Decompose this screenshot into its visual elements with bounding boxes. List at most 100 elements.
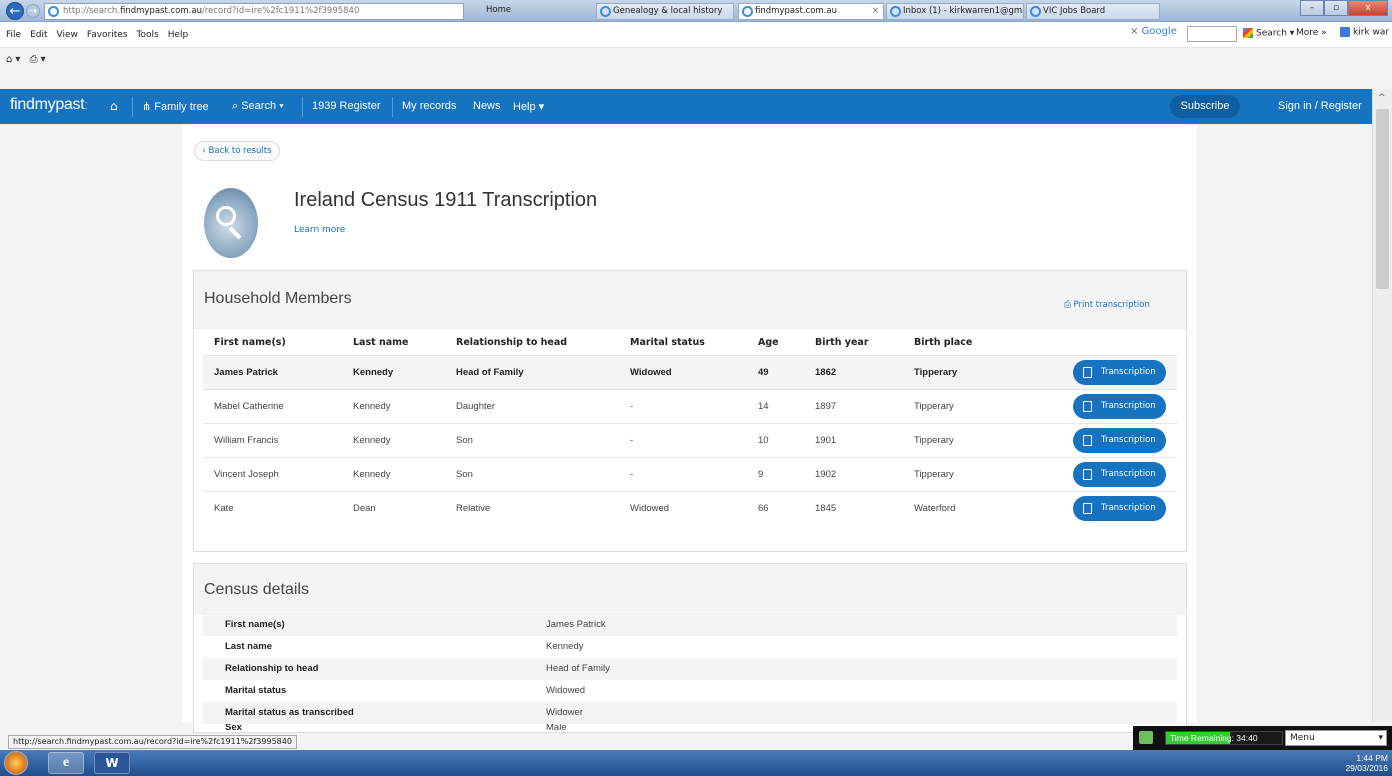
cell-first-name: James Patrick — [214, 367, 278, 378]
scroll-up-icon[interactable]: ^ — [1378, 93, 1386, 103]
col-birth-place: Birth place — [914, 337, 973, 348]
cell-birth-year: 1897 — [815, 401, 837, 412]
menu-file[interactable]: File — [6, 30, 21, 40]
findmypast-logo[interactable]: findmypast: — [10, 96, 88, 114]
transcription-button[interactable]: Transcription — [1073, 462, 1166, 487]
record-content: ‹ Back to results Ireland Census 1911 Tr… — [182, 124, 1197, 733]
nav-help[interactable]: Help ▾ — [513, 100, 544, 113]
cell-age: 9 — [758, 469, 764, 480]
tab-vic-jobs[interactable]: VIC Jobs Board — [1026, 3, 1160, 20]
detail-value: Kennedy — [546, 641, 584, 652]
detail-row: Marital status Widowed — [203, 680, 1177, 702]
menu-edit[interactable]: Edit — [30, 30, 47, 40]
cell-relationship: Son — [456, 435, 473, 446]
nav-search[interactable]: ⌕ Search ▾ — [232, 100, 284, 113]
census-record-image — [204, 188, 258, 258]
cell-birth-year: 1845 — [815, 503, 837, 514]
transcription-button[interactable]: Transcription — [1073, 496, 1166, 521]
close-google-icon[interactable]: × — [1130, 26, 1138, 37]
ie-tab-icon — [742, 6, 753, 17]
address-bar[interactable]: http://search.findmypast.com.au/record?i… — [44, 3, 464, 20]
google-search-input[interactable] — [1187, 26, 1237, 42]
cell-relationship: Son — [456, 469, 473, 480]
home-icon[interactable]: ⌂ — [110, 99, 118, 113]
time-remaining-bar: Time Remaining: 34:40 — [1165, 731, 1283, 745]
cell-relationship: Relative — [456, 503, 491, 514]
nav-divider — [132, 97, 133, 117]
back-to-results-button[interactable]: ‹ Back to results — [194, 141, 280, 161]
close-tab-icon[interactable]: × — [872, 4, 879, 19]
globe-icon — [600, 6, 611, 17]
cell-birth-year: 1862 — [815, 367, 837, 378]
google-more-button[interactable]: More » — [1296, 28, 1327, 38]
table-row: Vincent Joseph Kennedy Son - 9 1902 Tipp… — [203, 457, 1177, 491]
google-search-label: Search — [1256, 28, 1287, 39]
ie-page-icon — [48, 6, 59, 17]
nav-search-label: Search — [241, 100, 277, 112]
time-remaining-label: Time Remaining: 34:40 — [1170, 733, 1258, 743]
nav-1939-register[interactable]: 1939 Register — [312, 100, 381, 112]
magnifier-icon — [216, 206, 236, 226]
table-row: William Francis Kennedy Son - 10 1901 Ti… — [203, 423, 1177, 457]
internet-explorer-taskbar-icon[interactable]: e — [48, 752, 84, 774]
cell-last-name: Kennedy — [353, 367, 394, 378]
print-toolbar-icon[interactable]: ⎙▾ — [30, 54, 49, 65]
timer-menu-select[interactable]: Menu ▾ — [1285, 730, 1387, 746]
status-bar-url: http://search.findmypast.com.au/record?i… — [8, 735, 297, 749]
nav-my-records[interactable]: My records — [402, 100, 456, 112]
url-path: /record?id=ire%2fc1911%2f3995840 — [201, 6, 360, 16]
table-row: James Patrick Kennedy Head of Family Wid… — [203, 355, 1177, 389]
timer-app-icon[interactable] — [1139, 731, 1153, 744]
sign-in-link[interactable]: Sign in / Register — [1278, 100, 1362, 112]
info-icon — [1030, 6, 1041, 17]
transcription-button[interactable]: Transcription — [1073, 394, 1166, 419]
detail-value: Head of Family — [546, 663, 610, 674]
windows-taskbar: e W 1:44 PM 29/03/2016 — [0, 750, 1392, 776]
clock-date: 29/03/2016 — [1345, 763, 1388, 773]
address-controls[interactable]: ⌕ ▾ ↻Home — [470, 3, 590, 20]
url-domain: findmypast.com.au — [119, 6, 202, 16]
word-taskbar-icon[interactable]: W — [94, 752, 130, 774]
user-icon — [1340, 27, 1350, 37]
detail-label: Last name — [225, 641, 272, 652]
transcription-button[interactable]: Transcription — [1073, 428, 1166, 453]
tab-findmypast[interactable]: findmypast.com.au × — [738, 3, 884, 20]
maximize-icon[interactable]: ▫ — [1324, 0, 1348, 16]
browser-forward-button[interactable]: → — [26, 4, 40, 18]
cell-age: 10 — [758, 435, 769, 446]
minimize-icon[interactable]: – — [1300, 0, 1324, 16]
page-title: Ireland Census 1911 Transcription — [294, 189, 598, 211]
nav-family-tree[interactable]: ⋔ Family tree — [142, 100, 209, 113]
google-user[interactable]: kirk war — [1340, 27, 1389, 38]
close-window-icon[interactable]: x — [1348, 0, 1388, 16]
tab-inbox[interactable]: Inbox (1) - kirkwarren1@gmail... — [886, 3, 1024, 20]
nav-news[interactable]: News — [473, 100, 501, 112]
menu-favorites[interactable]: Favorites — [87, 30, 128, 40]
menu-view[interactable]: View — [57, 30, 78, 40]
browser-back-button[interactable]: ← — [6, 2, 24, 20]
cell-birth-place: Tipperary — [914, 469, 954, 480]
transcription-button-label: Transcription — [1101, 435, 1156, 445]
learn-more-link[interactable]: Learn more — [294, 225, 345, 235]
session-timer: Time Remaining: 34:40 Menu ▾ — [1133, 726, 1392, 750]
tab-home-label: Home — [486, 5, 512, 15]
menu-help[interactable]: Help — [168, 30, 189, 40]
start-button[interactable] — [4, 751, 28, 775]
browser-title-bar: ← → http://search.findmypast.com.au/reco… — [0, 0, 1392, 22]
tab-genealogy[interactable]: Genealogy & local history — [596, 3, 734, 20]
col-age: Age — [758, 337, 779, 348]
subscribe-button[interactable]: Subscribe — [1170, 95, 1240, 118]
cell-marital-status: - — [630, 469, 634, 480]
col-birth-year: Birth year — [815, 337, 869, 348]
scrollbar-thumb[interactable] — [1376, 109, 1389, 289]
cell-age: 66 — [758, 503, 769, 514]
home-toolbar-icon[interactable]: ⌂▾ — [6, 54, 23, 65]
google-search-button[interactable]: Search ▾ — [1243, 28, 1294, 39]
transcription-button[interactable]: Transcription — [1073, 360, 1166, 385]
detail-label: Sex — [225, 724, 242, 733]
col-first-name: First name(s) — [214, 337, 286, 348]
print-transcription-link[interactable]: ⎙ Print transcription — [1064, 300, 1150, 310]
transcription-button-label: Transcription — [1101, 469, 1156, 479]
menu-tools[interactable]: Tools — [137, 30, 159, 40]
page-scrollbar[interactable]: ^ — [1372, 89, 1392, 722]
